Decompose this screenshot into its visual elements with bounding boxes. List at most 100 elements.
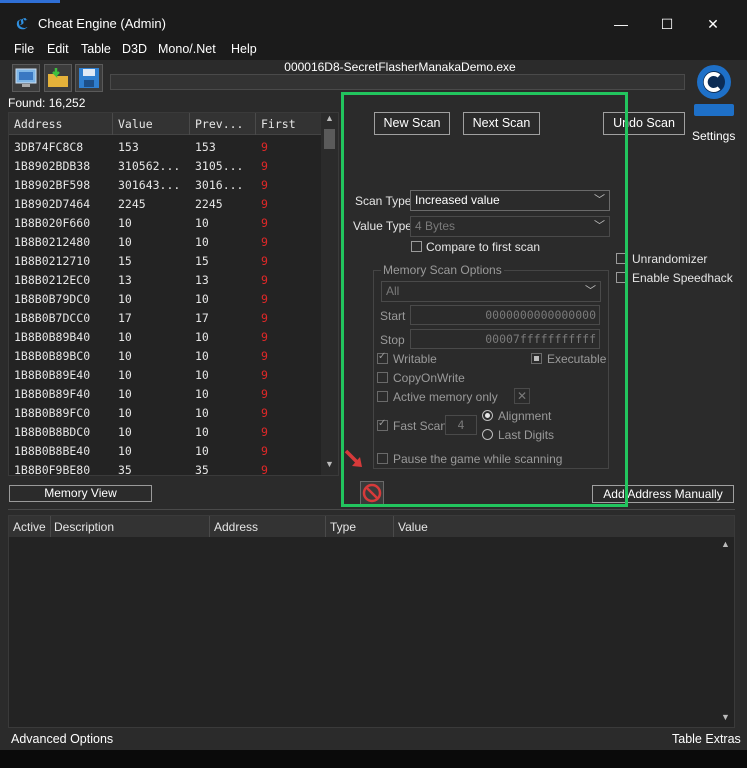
new-scan-button[interactable]: New Scan xyxy=(374,112,450,135)
cell-address: 1B8B0B7DCC0 xyxy=(14,311,91,325)
add-selected-arrow-button[interactable] xyxy=(343,446,365,472)
cell-address: 1B8B0F9BE80 xyxy=(14,463,91,476)
col-type[interactable]: Type xyxy=(330,520,356,534)
active-memory-checkbox[interactable] xyxy=(377,391,388,402)
minimize-button[interactable]: — xyxy=(599,10,643,38)
table-row[interactable]: 1B8B0B89B40 10 10 9 xyxy=(9,327,322,346)
table-row[interactable]: 1B8B0B8BE40 10 10 9 xyxy=(9,441,322,460)
table-row[interactable]: 1B8B020F660 10 10 9 xyxy=(9,213,322,232)
cell-address: 1B8B0212EC0 xyxy=(14,273,91,287)
scroll-down-icon[interactable]: ▼ xyxy=(321,459,338,473)
col-list-address[interactable]: Address xyxy=(214,520,258,534)
scroll-up-icon[interactable]: ▲ xyxy=(717,539,734,549)
cell-previous: 10 xyxy=(195,425,209,439)
col-first[interactable]: First xyxy=(261,117,296,131)
table-row[interactable]: 1B8B0B7DCC0 17 17 9 xyxy=(9,308,322,327)
computer-icon xyxy=(15,68,37,87)
table-row[interactable]: 1B8B0B8BDC0 10 10 9 xyxy=(9,422,322,441)
table-row[interactable]: 1B8902BF598 301643... 3016... 9 xyxy=(9,175,322,194)
scan-results-list[interactable]: Address Value Prev... First 3DB74FC8C8 15… xyxy=(8,112,339,476)
next-scan-button[interactable]: Next Scan xyxy=(463,112,540,135)
scroll-thumb[interactable] xyxy=(324,129,335,149)
undo-scan-button[interactable]: Undo Scan xyxy=(603,112,685,135)
table-row[interactable]: 1B8B0F9BE80 35 35 9 xyxy=(9,460,322,476)
memory-view-button[interactable]: Memory View xyxy=(9,485,152,502)
table-row[interactable]: 1B8B0B89E40 10 10 9 xyxy=(9,365,322,384)
value-type-select[interactable]: 4 Bytes ﹀ xyxy=(410,216,610,237)
table-extras-link[interactable]: Table Extras xyxy=(672,732,741,746)
advanced-options-link[interactable]: Advanced Options xyxy=(11,732,113,746)
splitter[interactable] xyxy=(8,509,735,511)
value-type-value: 4 Bytes xyxy=(415,219,456,233)
start-address-input[interactable]: 0000000000000000 xyxy=(410,305,600,325)
table-row[interactable]: 1B8B0212480 10 10 9 xyxy=(9,232,322,251)
table-row[interactable]: 1B8B0212EC0 13 13 9 xyxy=(9,270,322,289)
select-process-button[interactable] xyxy=(12,64,40,92)
menu-table[interactable]: Table xyxy=(81,42,111,56)
maximize-button[interactable]: ☐ xyxy=(645,10,689,38)
memory-region-select[interactable]: All ﹀ xyxy=(381,281,601,302)
floppy-disk-icon xyxy=(79,68,99,88)
open-file-button[interactable] xyxy=(44,64,72,92)
cell-value: 10 xyxy=(118,444,132,458)
menu-edit[interactable]: Edit xyxy=(47,42,69,56)
executable-checkbox[interactable] xyxy=(531,353,542,364)
table-row[interactable]: 1B8902BDB38 310562... 3105... 9 xyxy=(9,156,322,175)
cell-address: 1B8B0B89B40 xyxy=(14,330,91,344)
col-address[interactable]: Address xyxy=(14,117,62,131)
table-row[interactable]: 1B8B0B79DC0 10 10 9 xyxy=(9,289,322,308)
copy-on-write-checkbox[interactable] xyxy=(377,372,388,383)
table-row[interactable]: 3DB74FC8C8 153 153 9 xyxy=(9,137,322,156)
stop-scan-button[interactable] xyxy=(360,481,384,505)
menu-mono-net[interactable]: Mono/.Net xyxy=(158,42,216,56)
cell-previous: 10 xyxy=(195,349,209,363)
col-description[interactable]: Description xyxy=(54,520,114,534)
save-button[interactable] xyxy=(75,64,103,92)
compare-first-checkbox[interactable] xyxy=(411,241,422,252)
results-scrollbar[interactable]: ▲ ▼ xyxy=(321,113,338,475)
col-previous[interactable]: Prev... xyxy=(195,117,243,131)
fast-scan-alignment-input[interactable]: 4 xyxy=(445,415,477,435)
table-row[interactable]: 1B8B0212710 15 15 9 xyxy=(9,251,322,270)
cell-first: 9 xyxy=(261,292,268,306)
address-list[interactable]: Active Description Address Type Value ▲ … xyxy=(8,515,735,728)
alignment-radio[interactable] xyxy=(482,410,493,421)
cell-address: 1B8902BF598 xyxy=(14,178,91,192)
copy-on-write-label: CopyOnWrite xyxy=(393,371,465,385)
pause-game-checkbox[interactable] xyxy=(377,453,388,464)
scroll-up-icon[interactable]: ▲ xyxy=(321,113,338,127)
fast-scan-label: Fast Scan xyxy=(393,419,448,433)
table-row[interactable]: 1B8B0B89FC0 10 10 9 xyxy=(9,403,322,422)
menu-d3d[interactable]: D3D xyxy=(122,42,147,56)
cell-first: 9 xyxy=(261,197,268,211)
scan-type-select[interactable]: Increased value ﹀ xyxy=(410,190,610,211)
add-address-manually-button[interactable]: Add Address Manually xyxy=(592,485,734,503)
cell-previous: 17 xyxy=(195,311,209,325)
writable-checkbox[interactable] xyxy=(377,351,388,364)
table-row[interactable]: 1B8B0B89F40 10 10 9 xyxy=(9,384,322,403)
col-active[interactable]: Active xyxy=(13,520,46,534)
table-row[interactable]: 1B8B0B89BC0 10 10 9 xyxy=(9,346,322,365)
cell-value: 13 xyxy=(118,273,132,287)
chevron-down-icon: ﹀ xyxy=(594,194,605,206)
scan-type-label: Scan Type xyxy=(355,194,412,208)
menu-file[interactable]: File xyxy=(14,42,34,56)
stop-address-input[interactable]: 00007fffffffffff xyxy=(410,329,600,349)
address-list-scrollbar[interactable]: ▲ ▼ xyxy=(717,537,734,727)
settings-link[interactable]: Settings xyxy=(692,129,735,143)
speedhack-checkbox[interactable] xyxy=(616,272,627,283)
menu-help[interactable]: Help xyxy=(231,42,257,56)
cell-address: 3DB74FC8C8 xyxy=(14,140,84,154)
cell-previous: 153 xyxy=(195,140,216,154)
fast-scan-checkbox[interactable] xyxy=(377,418,388,431)
unrandomizer-checkbox[interactable] xyxy=(616,253,627,264)
col-list-value[interactable]: Value xyxy=(398,520,428,534)
close-x-icon[interactable]: ✕ xyxy=(514,388,530,404)
close-button[interactable]: ✕ xyxy=(691,10,735,38)
last-digits-radio[interactable] xyxy=(482,429,493,440)
table-row[interactable]: 1B8902D7464 2245 2245 9 xyxy=(9,194,322,213)
cheat-engine-logo[interactable] xyxy=(692,62,736,128)
no-entry-icon xyxy=(362,483,382,503)
scroll-down-icon[interactable]: ▼ xyxy=(717,712,734,722)
col-value[interactable]: Value xyxy=(118,117,153,131)
